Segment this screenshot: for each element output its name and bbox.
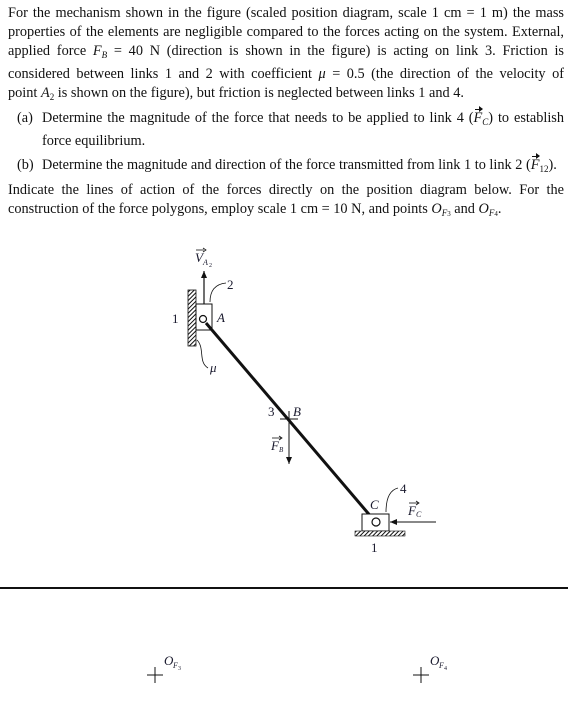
- force-c-subscript: C: [416, 510, 422, 519]
- velocity-label: V A 2: [195, 247, 212, 269]
- ground-label-left: 1: [172, 311, 179, 326]
- ground-label-bottom: 1: [371, 540, 378, 555]
- link-3-label: 3: [268, 404, 275, 419]
- link-4-label: 4: [400, 481, 407, 496]
- ground-wall-left: [187, 289, 197, 347]
- velocity-subsubscript: 2: [209, 263, 212, 269]
- point-a-label: A: [216, 310, 225, 325]
- link-4-leader: [385, 487, 399, 513]
- point-c-label: C: [370, 497, 379, 512]
- point-b-label: B: [293, 404, 301, 419]
- force-c-label: F C: [407, 500, 422, 519]
- ground-floor: [354, 530, 406, 537]
- mechanism-diagram: 1 A V A 2 2 μ 3 B F B C 4 F C 1 O F 3 O …: [147, 247, 447, 683]
- origin-f4: O F 4: [413, 653, 447, 683]
- origin-f3-subsubscript: 3: [178, 666, 181, 672]
- link-2-leader: [209, 282, 227, 303]
- force-b-label: F B: [270, 435, 284, 454]
- link-2-label: 2: [227, 277, 234, 292]
- friction-label: μ: [209, 360, 217, 375]
- pin-c: [371, 517, 381, 527]
- velocity-subscript: A: [202, 258, 208, 267]
- origin-f3: O F 3: [147, 653, 181, 683]
- force-b-subscript: B: [279, 446, 284, 454]
- friction-leader: [196, 339, 209, 369]
- pin-a: [198, 314, 208, 324]
- origin-f4-subsubscript: 4: [444, 666, 447, 672]
- section-divider: [0, 587, 568, 589]
